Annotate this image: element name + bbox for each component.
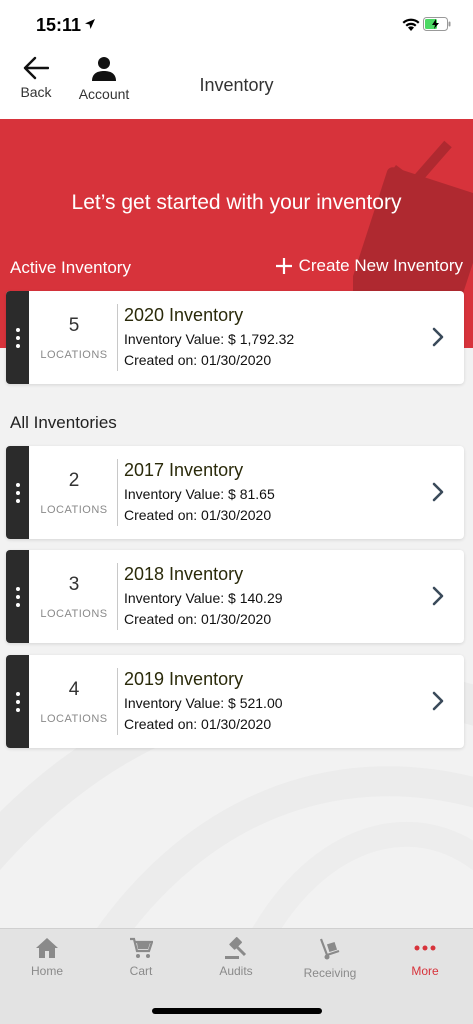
create-new-inventory-button[interactable]: Create New Inventory xyxy=(275,256,463,276)
plus-icon xyxy=(275,258,292,274)
location-count: 3 xyxy=(68,574,80,595)
status-time: 15:11 xyxy=(36,15,82,35)
drag-handle[interactable] xyxy=(6,446,29,539)
inventory-name: 2018 Inventory xyxy=(124,564,244,584)
inventory-name: 2017 Inventory xyxy=(124,460,244,480)
inventory-created-date: Created on: 01/30/2020 xyxy=(124,507,272,523)
card-divider xyxy=(117,304,118,371)
inventory-name: 2020 Inventory xyxy=(124,305,244,325)
tab-home[interactable]: Home xyxy=(0,937,94,978)
tab-more[interactable]: More xyxy=(378,937,472,978)
inventory-value: Inventory Value: $ 81.65 xyxy=(124,486,275,502)
active-inventory-card[interactable]: 5 LOCATIONS 2020 Inventory Inventory Val… xyxy=(6,291,464,384)
location-count: 5 xyxy=(68,315,80,336)
inventory-value: Inventory Value: $ 140.29 xyxy=(124,590,283,606)
location-count: 4 xyxy=(68,679,80,700)
location-arrow-icon xyxy=(85,19,95,29)
chevron-right-icon xyxy=(432,482,444,502)
drag-handle[interactable] xyxy=(6,291,29,384)
tab-home-label: Home xyxy=(30,964,63,978)
inventory-created-date: Created on: 01/30/2020 xyxy=(124,716,272,732)
gavel-icon xyxy=(225,937,247,959)
background-swirl xyxy=(0,665,473,930)
tab-audits[interactable]: Audits xyxy=(189,937,283,978)
inventory-created-date: Created on: 01/30/2020 xyxy=(124,352,272,368)
page-title: Inventory xyxy=(199,75,274,95)
inventory-name: 2019 Inventory xyxy=(124,669,244,689)
hero-heading: Let’s get started with your inventory xyxy=(71,191,402,214)
all-inventories-heading: All Inventories xyxy=(10,413,117,432)
inventory-value: Inventory Value: $ 521.00 xyxy=(124,695,283,711)
tab-receiving-label: Receiving xyxy=(303,966,357,980)
home-indicator xyxy=(152,1008,322,1014)
location-count-label: LOCATIONS xyxy=(40,349,108,361)
active-inventory-heading: Active Inventory xyxy=(10,258,131,277)
tab-receiving[interactable]: Receiving xyxy=(283,937,377,980)
chevron-right-icon xyxy=(432,586,444,606)
hand-truck-icon xyxy=(319,938,340,960)
inventory-card[interactable]: 3 LOCATIONS 2018 Inventory Inventory Val… xyxy=(6,550,464,643)
location-count-label: LOCATIONS xyxy=(40,713,108,725)
drag-handle[interactable] xyxy=(6,655,29,748)
chevron-right-icon xyxy=(432,327,444,347)
inventory-card[interactable]: 4 LOCATIONS 2019 Inventory Inventory Val… xyxy=(6,655,464,748)
drag-handle[interactable] xyxy=(6,550,29,643)
inventory-created-date: Created on: 01/30/2020 xyxy=(124,611,272,627)
chevron-right-icon xyxy=(432,691,444,711)
battery-charging-icon xyxy=(423,17,451,31)
tab-cart-label: Cart xyxy=(129,964,153,978)
card-divider xyxy=(117,459,118,526)
location-count: 2 xyxy=(68,470,80,491)
cart-icon xyxy=(130,937,153,958)
card-divider xyxy=(117,563,118,630)
create-new-inventory-label: Create New Inventory xyxy=(298,256,463,275)
wifi-icon xyxy=(402,18,420,31)
card-divider xyxy=(117,668,118,735)
status-bar: 15:11 xyxy=(0,0,473,50)
more-dots-icon xyxy=(414,945,436,951)
home-icon xyxy=(36,938,58,958)
location-count-label: LOCATIONS xyxy=(40,504,108,516)
nav-bar: Back Account Inventory xyxy=(0,50,473,119)
location-count-label: LOCATIONS xyxy=(40,608,108,620)
tab-audits-label: Audits xyxy=(219,964,253,978)
tab-cart[interactable]: Cart xyxy=(94,937,188,978)
inventory-card[interactable]: 2 LOCATIONS 2017 Inventory Inventory Val… xyxy=(6,446,464,539)
tab-more-label: More xyxy=(411,964,439,978)
inventory-value: Inventory Value: $ 1,792.32 xyxy=(124,331,295,347)
